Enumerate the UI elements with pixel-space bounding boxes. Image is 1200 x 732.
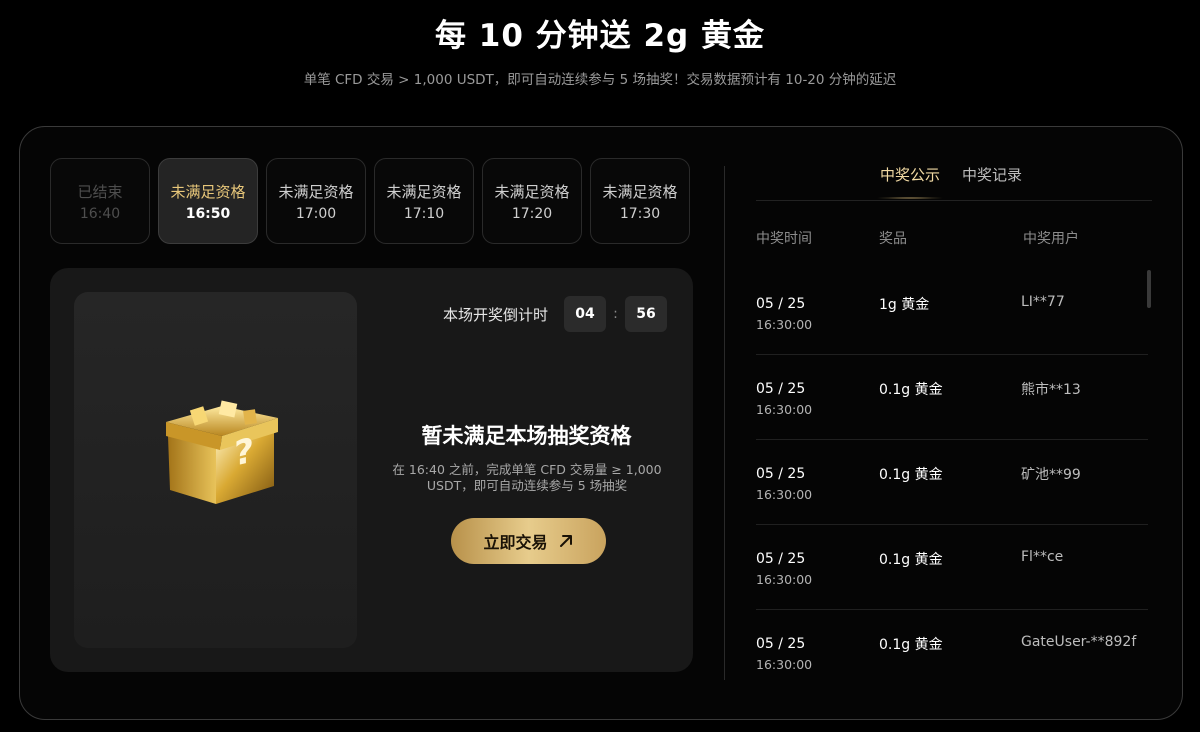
session-tabs: 已结束 16:40 未满足资格 16:50 未满足资格 17:00 未满足资格 … [50,158,690,244]
session-tab-1650[interactable]: 未满足资格 16:50 [158,158,258,244]
tab-winner-announcement[interactable]: 中奖公示 [875,164,945,199]
session-time: 16:50 [185,205,231,222]
win-date: 05 / 25 [756,551,806,567]
session-status: 未满足资格 [386,182,462,201]
win-date: 05 / 25 [756,381,806,397]
arrow-up-right-icon [559,535,572,547]
session-time: 17:10 [403,205,445,222]
win-user: 矿池**99 [1021,467,1081,483]
table-row: 05 / 25 16:30:00 1g 黄金 LI**77 [756,270,1148,355]
win-time: 16:30:00 [756,657,813,672]
win-time: 16:30:00 [756,572,813,587]
session-tab-1730[interactable]: 未满足资格 17:30 [590,158,690,244]
draw-card: ? 本场开奖倒计时 04 : 56 暂未满足本场抽奖资格 在 16:40 之前，… [50,268,693,672]
trade-now-label: 立即交易 [483,533,548,552]
countdown-label: 本场开奖倒计时 [443,305,549,324]
session-tab-1710[interactable]: 未满足资格 17:10 [374,158,474,244]
session-status: 未满足资格 [494,182,570,201]
session-time: 16:40 [79,205,121,222]
winners-tabs: 中奖公示 中奖记录 [875,164,1022,199]
column-header-prize: 奖品 [879,231,907,247]
tab-winner-history[interactable]: 中奖记录 [962,164,1022,199]
page-title: 每 10 分钟送 2g 黄金 [434,18,766,54]
win-user: 熊市**13 [1021,382,1081,398]
prize-image-area: ? [74,292,357,648]
session-status: 未满足资格 [278,182,354,201]
countdown-minutes: 04 [564,296,607,332]
session-tab-1700[interactable]: 未满足资格 17:00 [266,158,366,244]
win-prize: 0.1g 黄金 [879,552,943,568]
session-status: 未满足资格 [602,182,678,201]
session-time: 17:30 [619,205,661,222]
gold-mystery-box-icon: ? [166,400,278,504]
eligibility-title: 暂未满足本场抽奖资格 [421,424,632,448]
vertical-divider [724,166,725,680]
session-time: 17:00 [295,205,337,222]
session-tab-1640[interactable]: 已结束 16:40 [50,158,150,244]
winners-scrollbar[interactable] [1147,270,1151,308]
trade-now-button[interactable]: 立即交易 [451,518,606,564]
countdown-separator: : [613,306,618,322]
table-row: 05 / 25 16:30:00 0.1g 黄金 GateUser-**892f [756,610,1148,695]
win-user: LI**77 [1021,294,1065,310]
svg-text:?: ? [234,431,254,475]
win-date: 05 / 25 [756,466,806,482]
win-time: 16:30:00 [756,487,813,502]
table-row: 05 / 25 16:30:00 0.1g 黄金 熊市**13 [756,355,1148,440]
win-time: 16:30:00 [756,402,813,417]
session-status: 未满足资格 [170,182,246,201]
column-header-user: 中奖用户 [1023,231,1079,247]
win-date: 05 / 25 [756,636,806,652]
countdown-seconds: 56 [625,296,668,332]
winners-list: 05 / 25 16:30:00 1g 黄金 LI**77 05 / 25 16… [756,270,1148,695]
win-prize: 0.1g 黄金 [879,637,943,653]
draw-countdown: 本场开奖倒计时 04 : 56 [443,296,668,332]
tabs-divider [756,200,1152,201]
win-prize: 1g 黄金 [879,297,930,313]
session-tab-1720[interactable]: 未满足资格 17:20 [482,158,582,244]
eligibility-description: 在 16:40 之前，完成单笔 CFD 交易量 ≥ 1,000 USDT，即可自… [392,462,662,493]
win-user: Fl**ce [1021,549,1064,565]
page-subtitle: 单笔 CFD 交易 > 1,000 USDT，即可自动连续参与 5 场抽奖！交易… [303,72,897,88]
win-prize: 0.1g 黄金 [879,467,943,483]
win-prize: 0.1g 黄金 [879,382,943,398]
session-time: 17:20 [511,205,553,222]
win-date: 05 / 25 [756,296,806,312]
table-row: 05 / 25 16:30:00 0.1g 黄金 矿池**99 [756,440,1148,525]
session-status: 已结束 [77,182,123,201]
column-header-time: 中奖时间 [756,231,812,247]
table-row: 05 / 25 16:30:00 0.1g 黄金 Fl**ce [756,525,1148,610]
win-user: GateUser-**892f [1021,634,1137,650]
win-time: 16:30:00 [756,317,813,332]
